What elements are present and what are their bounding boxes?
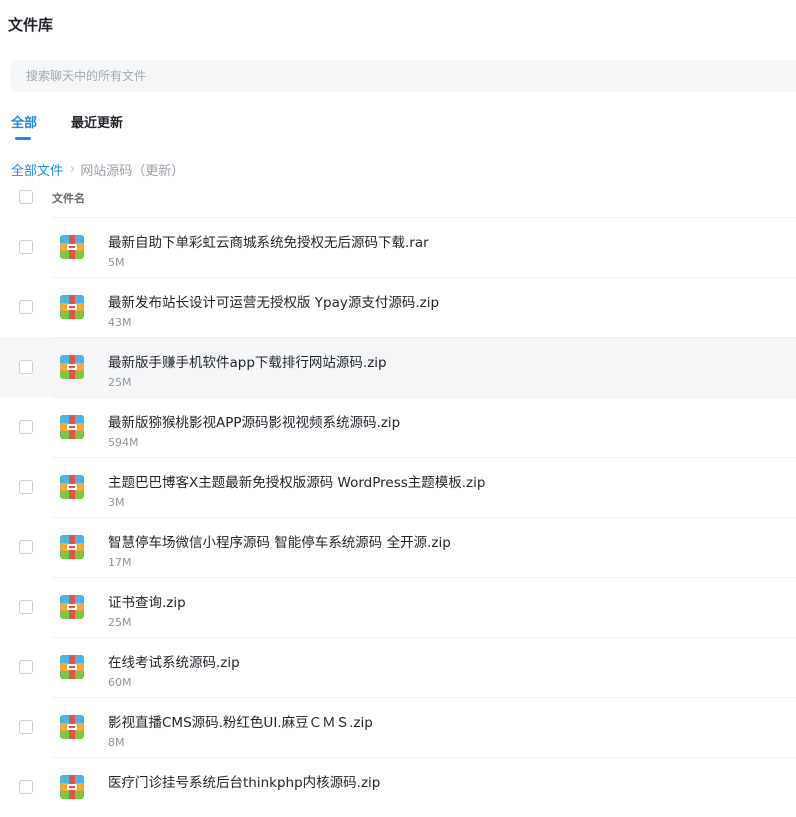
file-list: 最新自助下单彩虹云商城系统免授权无后源码下载.rar 5M 最新发布站长设计可运…: [0, 217, 796, 817]
file-size: 3M: [108, 496, 125, 509]
breadcrumb-current: 网站源码（更新）: [80, 164, 185, 179]
file-name[interactable]: 最新自助下单彩虹云商城系统免授权无后源码下载.rar: [108, 231, 429, 251]
file-name[interactable]: 最新版猕猴桃影视APP源码影视视频系统源码.zip: [108, 411, 400, 431]
file-row[interactable]: 证书查询.zip 25M: [0, 577, 796, 637]
file-row[interactable]: 最新发布站长设计可运营无授权版 Ypay源支付源码.zip 43M: [0, 277, 796, 337]
row-divider: [52, 637, 796, 638]
archive-icon: [59, 654, 85, 680]
row-divider: [52, 337, 796, 338]
row-divider: [52, 757, 796, 758]
page-title: 文件库: [8, 16, 54, 34]
archive-icon: [59, 294, 85, 320]
row-checkbox[interactable]: [19, 780, 33, 794]
tab-all-label: 全部: [11, 116, 38, 131]
file-row[interactable]: 最新自助下单彩虹云商城系统免授权无后源码下载.rar 5M: [0, 217, 796, 277]
file-name[interactable]: 智慧停车场微信小程序源码 智能停车系统源码 全开源.zip: [108, 531, 451, 551]
row-checkbox[interactable]: [19, 360, 33, 374]
row-checkbox[interactable]: [19, 540, 33, 554]
file-name[interactable]: 主题巴巴博客X主题最新免授权版源码 WordPress主题模板.zip: [108, 471, 485, 491]
file-row[interactable]: 最新版手赚手机软件app下载排行网站源码.zip 25M: [0, 337, 796, 397]
list-header: 文件名: [0, 186, 796, 216]
select-all-checkbox[interactable]: [19, 190, 33, 204]
row-checkbox[interactable]: [19, 420, 33, 434]
breadcrumb: 全部文件 › 网站源码（更新）: [11, 160, 184, 179]
file-size: 25M: [108, 376, 132, 389]
tab-all[interactable]: 全部: [11, 112, 38, 140]
file-name[interactable]: 在线考试系统源码.zip: [108, 651, 240, 671]
file-row[interactable]: 最新版猕猴桃影视APP源码影视视频系统源码.zip 594M: [0, 397, 796, 457]
row-divider: [52, 697, 796, 698]
tab-recent[interactable]: 最近更新: [71, 112, 123, 131]
search-bar[interactable]: [10, 60, 796, 92]
file-row[interactable]: 主题巴巴博客X主题最新免授权版源码 WordPress主题模板.zip 3M: [0, 457, 796, 517]
row-divider: [52, 517, 796, 518]
search-input[interactable]: [24, 68, 628, 84]
row-checkbox[interactable]: [19, 660, 33, 674]
column-header-name[interactable]: 文件名: [52, 190, 85, 206]
row-checkbox[interactable]: [19, 240, 33, 254]
row-divider: [52, 577, 796, 578]
row-divider: [52, 457, 796, 458]
file-name[interactable]: 最新版手赚手机软件app下载排行网站源码.zip: [108, 351, 387, 371]
row-divider: [52, 277, 796, 278]
row-divider: [52, 217, 796, 218]
row-divider: [52, 397, 796, 398]
archive-icon: [59, 714, 85, 740]
row-checkbox[interactable]: [19, 600, 33, 614]
archive-icon: [59, 474, 85, 500]
archive-icon: [59, 414, 85, 440]
breadcrumb-separator-icon: ›: [70, 162, 76, 177]
file-row[interactable]: 在线考试系统源码.zip 60M: [0, 637, 796, 697]
file-row[interactable]: 影视直播CMS源码.粉红色UI.麻豆ＣＭＳ.zip 8M: [0, 697, 796, 757]
file-row[interactable]: 智慧停车场微信小程序源码 智能停车系统源码 全开源.zip 17M: [0, 517, 796, 577]
file-size: 25M: [108, 616, 132, 629]
tab-recent-label: 最近更新: [71, 116, 124, 131]
file-size: 5M: [108, 256, 125, 269]
file-name[interactable]: 医疗门诊挂号系统后台thinkphp内核源码.zip: [108, 771, 380, 791]
archive-icon: [59, 594, 85, 620]
file-size: 8M: [108, 736, 125, 749]
row-checkbox[interactable]: [19, 480, 33, 494]
file-size: 594M: [108, 436, 139, 449]
file-name[interactable]: 最新发布站长设计可运营无授权版 Ypay源支付源码.zip: [108, 291, 439, 311]
tab-active-indicator: [15, 137, 31, 140]
file-size: 17M: [108, 556, 132, 569]
file-size: 43M: [108, 316, 132, 329]
row-checkbox[interactable]: [19, 720, 33, 734]
archive-icon: [59, 354, 85, 380]
row-checkbox[interactable]: [19, 300, 33, 314]
file-name[interactable]: 影视直播CMS源码.粉红色UI.麻豆ＣＭＳ.zip: [108, 711, 373, 731]
archive-icon: [59, 234, 85, 260]
file-name[interactable]: 证书查询.zip: [108, 591, 186, 611]
archive-icon: [59, 774, 85, 800]
breadcrumb-root[interactable]: 全部文件: [11, 160, 63, 179]
file-row[interactable]: 医疗门诊挂号系统后台thinkphp内核源码.zip: [0, 757, 796, 817]
archive-icon: [59, 534, 85, 560]
tab-bar: 全部 最近更新: [0, 112, 796, 142]
file-size: 60M: [108, 676, 132, 689]
